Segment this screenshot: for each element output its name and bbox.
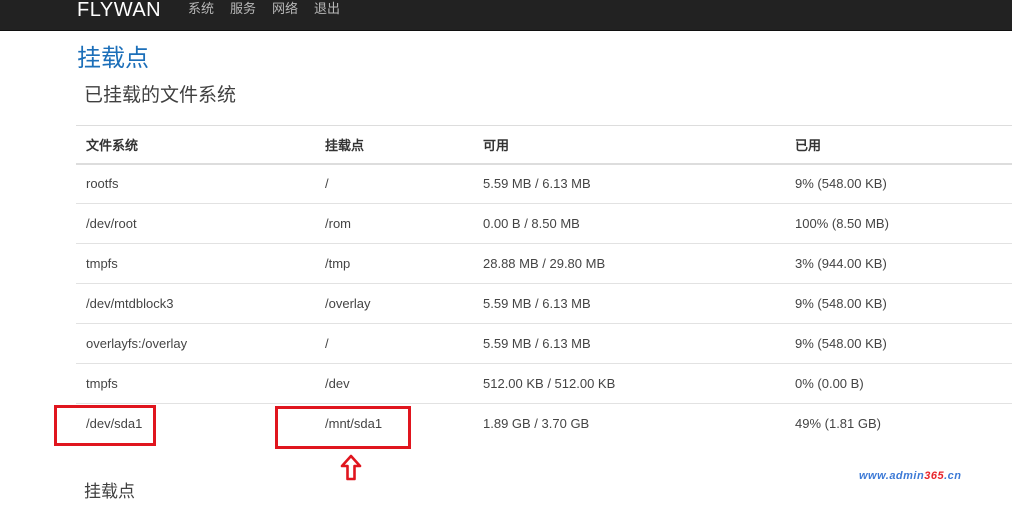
table-row: /dev/sda1 /mnt/sda1 1.89 GB / 3.70 GB 49… bbox=[76, 403, 1012, 444]
cell-available: 1.89 GB / 3.70 GB bbox=[473, 403, 785, 444]
table-row: /dev/root /rom 0.00 B / 8.50 MB 100% (8.… bbox=[76, 203, 1012, 244]
column-header-used: 已用 bbox=[785, 125, 1012, 165]
cell-available: 28.88 MB / 29.80 MB bbox=[473, 243, 785, 284]
table-row: /dev/mtdblock3 /overlay 5.59 MB / 6.13 M… bbox=[76, 283, 1012, 324]
column-header-filesystem: 文件系统 bbox=[76, 125, 315, 165]
nav-item-network[interactable]: 网络 bbox=[272, 0, 298, 20]
cell-used: 9% (548.00 KB) bbox=[785, 323, 1012, 364]
cell-used: 9% (548.00 KB) bbox=[795, 176, 887, 192]
table-row: rootfs / 5.59 MB / 6.13 MB 9% (548.00 KB… bbox=[76, 164, 1012, 204]
brand-logo[interactable]: FLYWAN bbox=[77, 0, 161, 24]
highlight-box-mount-point bbox=[275, 406, 411, 449]
cell-filesystem: tmpfs bbox=[76, 363, 315, 404]
top-navbar: FLYWAN 系统 服务 网络 退出 bbox=[0, 0, 1012, 31]
cell-used: 9% (548.00 KB) bbox=[785, 283, 1012, 324]
cell-mount-point: /overlay bbox=[315, 283, 473, 324]
cell-available: 5.59 MB / 6.13 MB bbox=[473, 323, 785, 364]
section-title-mount-points: 挂载点 bbox=[84, 482, 135, 501]
table-row: overlayfs:/overlay / 5.59 MB / 6.13 MB 9… bbox=[76, 323, 1012, 364]
arrow-up-icon bbox=[340, 454, 362, 481]
table-header-row: 文件系统 挂载点 可用 已用 bbox=[76, 125, 1012, 165]
cell-available: 0.00 B / 8.50 MB bbox=[473, 203, 785, 244]
page-title: 挂载点 bbox=[77, 45, 149, 72]
cell-used: 0% (0.00 B) bbox=[785, 363, 1012, 404]
cell-available: 5.59 MB / 6.13 MB bbox=[473, 283, 785, 324]
cell-mount-point: /dev bbox=[315, 363, 473, 404]
cell-available: 512.00 KB / 512.00 KB bbox=[473, 363, 785, 404]
watermark: www.admin365.cn bbox=[859, 470, 962, 482]
column-header-available: 可用 bbox=[473, 125, 785, 165]
cell-filesystem: overlayfs:/overlay bbox=[76, 323, 315, 364]
cell-available: 5.59 MB / 6.13 MB bbox=[483, 176, 591, 192]
section-title-mounted-filesystems: 已挂载的文件系统 bbox=[84, 85, 237, 106]
cell-mount-point: / bbox=[325, 176, 329, 192]
cell-used: 100% (8.50 MB) bbox=[785, 203, 1012, 244]
nav-item-services[interactable]: 服务 bbox=[230, 0, 256, 20]
cell-used: 3% (944.00 KB) bbox=[785, 243, 1012, 284]
cell-filesystem: tmpfs bbox=[76, 243, 315, 284]
highlight-box-filesystem bbox=[54, 405, 156, 446]
cell-mount-point: / bbox=[315, 323, 473, 364]
nav-item-logout[interactable]: 退出 bbox=[314, 0, 340, 20]
main-nav: 系统 服务 网络 退出 bbox=[188, 0, 356, 20]
column-header-mount-point: 挂载点 bbox=[315, 125, 473, 165]
table-row: tmpfs /tmp 28.88 MB / 29.80 MB 3% (944.0… bbox=[76, 243, 1012, 284]
mounted-filesystems-table: 文件系统 挂载点 可用 已用 rootfs / 5.59 MB / 6.13 M… bbox=[76, 125, 1012, 444]
cell-used: 49% (1.81 GB) bbox=[785, 403, 1012, 444]
cell-mount-point: /rom bbox=[315, 203, 473, 244]
cell-filesystem: /dev/mtdblock3 bbox=[76, 283, 315, 324]
cell-filesystem: /dev/root bbox=[76, 203, 315, 244]
cell-filesystem: rootfs bbox=[86, 176, 119, 192]
cell-mount-point: /tmp bbox=[315, 243, 473, 284]
nav-item-system[interactable]: 系统 bbox=[188, 0, 214, 20]
table-row: tmpfs /dev 512.00 KB / 512.00 KB 0% (0.0… bbox=[76, 363, 1012, 404]
